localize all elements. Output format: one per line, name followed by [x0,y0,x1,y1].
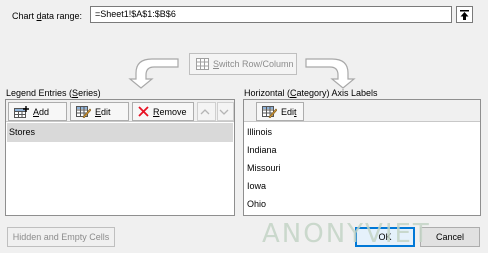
series-item-stores[interactable]: Stores [9,127,35,137]
right-curved-arrow-icon [305,58,356,89]
move-up-button[interactable] [197,102,216,121]
switch-row-column-button[interactable]: Switch Row/Column [189,53,297,75]
edit-table-icon [76,106,91,118]
axis-labels-label: Horizontal (Category) Axis Labels [244,88,378,98]
chevron-up-icon [200,108,209,114]
legend-entries-panel: Add Edit Remove Stores [5,99,235,216]
axis-toolbar: Edit [244,100,480,122]
category-item-illinois[interactable]: Illinois [247,127,272,137]
edit-axis-labels-button[interactable]: Edit [256,102,304,121]
add-series-button[interactable]: Add [8,102,67,121]
add-table-icon [14,105,29,118]
remove-series-button[interactable]: Remove [132,102,194,121]
add-series-label: Add [33,106,50,117]
edit-axis-labels-label: Edit [281,106,297,117]
ok-button[interactable]: OK [355,227,415,247]
remove-series-label: Remove [153,106,187,117]
switch-row-column-label: Switch Row/Column [213,59,294,69]
chart-data-range-input[interactable]: =Sheet1!$A$1:$B$6 [90,6,452,23]
edit-table-icon [262,106,277,118]
chevron-down-icon [219,109,228,115]
legend-entries-label: Legend Entries (Series) [6,88,101,98]
edit-series-button[interactable]: Edit [70,102,129,121]
move-down-button[interactable] [217,102,234,121]
hidden-empty-cells-button[interactable]: Hidden and Empty Cells [7,227,115,247]
chart-data-range-value: =Sheet1!$A$1:$B$6 [95,9,176,19]
collapse-arrow-icon [460,9,469,20]
category-item-missouri[interactable]: Missouri [247,163,281,173]
series-selected-row[interactable] [7,123,233,142]
switch-row-column-icon [196,58,209,70]
legend-toolbar: Add Edit Remove [6,100,234,122]
edit-series-label: Edit [95,106,111,117]
axis-labels-panel: Edit Illinois Indiana Missouri Iowa Ohio [243,99,481,216]
remove-x-icon [138,106,149,117]
collapse-dialog-button[interactable] [456,6,473,23]
category-item-ohio[interactable]: Ohio [247,199,266,209]
chart-data-range-label: Chart data range: [12,11,83,21]
left-curved-arrow-icon [128,58,179,89]
category-item-indiana[interactable]: Indiana [247,145,277,155]
category-item-iowa[interactable]: Iowa [247,181,266,191]
cancel-button[interactable]: Cancel [420,227,480,247]
